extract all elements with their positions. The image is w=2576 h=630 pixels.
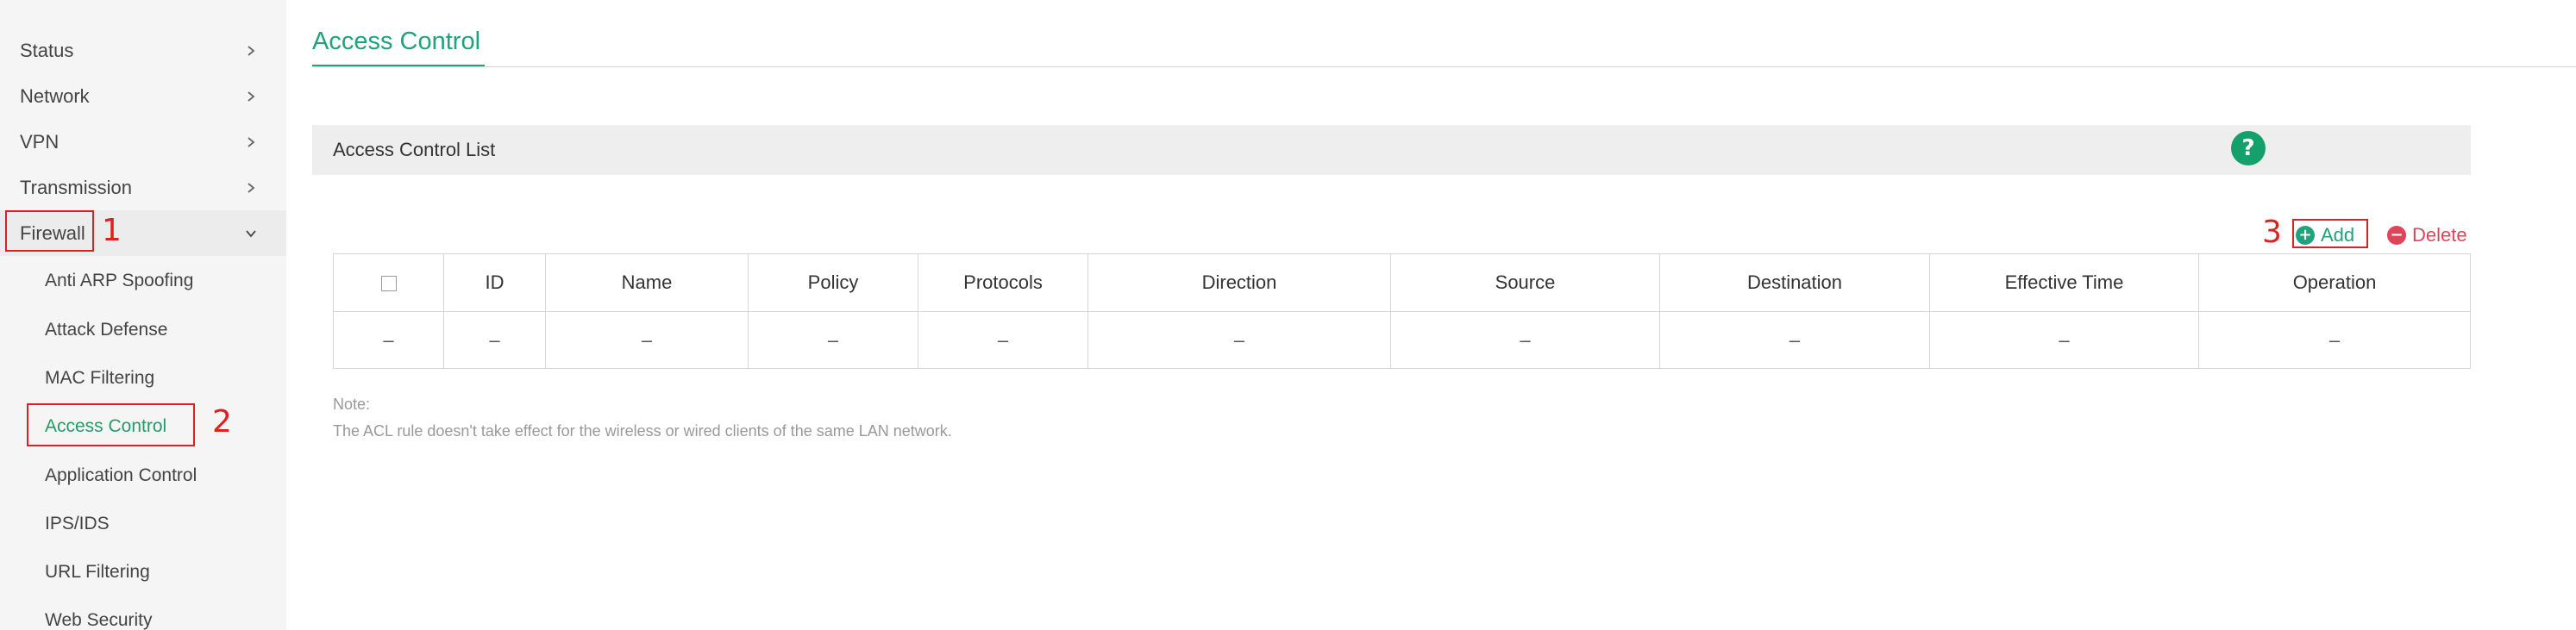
note-label: Note:	[333, 396, 371, 413]
sidebar-item-label: Network	[20, 84, 90, 107]
sidebar-item-mac-filtering[interactable]: MAC Filtering	[0, 355, 286, 401]
sidebar-item-label: Web Security	[45, 609, 153, 630]
column-header-direction: Direction	[1087, 253, 1391, 312]
add-button[interactable]: + Add	[2296, 222, 2354, 248]
table-cell: –	[1087, 311, 1391, 369]
sidebar-item-label: MAC Filtering	[45, 367, 155, 388]
delete-button-label: Delete	[2412, 224, 2467, 246]
sidebar-item-status[interactable]: Status	[0, 28, 286, 73]
chevron-right-icon	[248, 45, 255, 56]
sidebar-item-attack-defense[interactable]: Attack Defense	[0, 307, 286, 352]
sidebar-item-label: Attack Defense	[45, 319, 168, 340]
select-all-checkbox[interactable]	[380, 276, 397, 292]
sidebar-item-label: Status	[20, 39, 74, 61]
sidebar-item-label: VPN	[20, 130, 60, 153]
sidebar-item-network[interactable]: Network	[0, 73, 286, 119]
chevron-right-icon	[248, 182, 255, 193]
sidebar-item-label: IPS/IDS	[45, 513, 110, 533]
sidebar-item-url-filtering[interactable]: URL Filtering	[0, 549, 286, 595]
chevron-right-icon	[248, 90, 255, 102]
sidebar-item-label: URL Filtering	[45, 561, 150, 582]
table-cell: –	[443, 311, 546, 369]
column-header-destination: Destination	[1659, 253, 1930, 312]
column-header-effective-time: Effective Time	[1929, 253, 2199, 312]
sidebar: Status Network VPN Transmission Firewall…	[0, 0, 286, 630]
plus-circle-icon: +	[2296, 226, 2315, 245]
access-control-table: ID Name Policy Protocols Direction Sourc…	[333, 253, 2471, 369]
table-cell: –	[545, 311, 749, 369]
table-cell: –	[1390, 311, 1660, 369]
table-header-row: ID Name Policy Protocols Direction Sourc…	[333, 253, 2471, 312]
table-row: – – – – – – – – – –	[333, 311, 2471, 369]
table-cell: –	[2198, 311, 2471, 369]
annotation-box-access-control	[27, 403, 195, 446]
select-all-header[interactable]	[333, 253, 444, 312]
sidebar-item-label: Application Control	[45, 465, 197, 485]
table-cell: –	[1659, 311, 1930, 369]
section-title: Access Control List	[333, 139, 496, 160]
sidebar-item-label: Transmission	[20, 176, 132, 198]
annotation-step-2: 2	[212, 404, 232, 440]
table-cell: –	[918, 311, 1088, 369]
help-icon[interactable]: ?	[2231, 131, 2266, 165]
sidebar-item-vpn[interactable]: VPN	[0, 119, 286, 165]
chevron-right-icon	[248, 136, 255, 147]
column-header-operation: Operation	[2198, 253, 2471, 312]
table-cell: –	[333, 311, 444, 369]
sidebar-item-web-security[interactable]: Web Security	[0, 597, 286, 630]
title-divider	[312, 66, 2576, 67]
sidebar-item-label: Anti ARP Spoofing	[45, 270, 194, 290]
column-header-name: Name	[545, 253, 749, 312]
column-header-policy: Policy	[748, 253, 918, 312]
section-header: Access Control List	[312, 125, 2471, 175]
sidebar-item-application-control[interactable]: Application Control	[0, 452, 286, 498]
annotation-step-1: 1	[102, 213, 122, 248]
sidebar-item-anti-arp-spoofing[interactable]: Anti ARP Spoofing	[0, 258, 286, 303]
table-cell: –	[1929, 311, 2199, 369]
sidebar-item-transmission[interactable]: Transmission	[0, 165, 286, 210]
column-header-source: Source	[1390, 253, 1660, 312]
add-button-label: Add	[2321, 224, 2355, 246]
annotation-box-firewall	[5, 210, 94, 252]
sidebar-item-ips-ids[interactable]: IPS/IDS	[0, 501, 286, 546]
page-title: Access Control	[312, 28, 481, 55]
table-cell: –	[748, 311, 918, 369]
column-header-id: ID	[443, 253, 546, 312]
delete-button[interactable]: − Delete	[2387, 222, 2467, 248]
chevron-down-icon	[246, 229, 256, 237]
column-header-protocols: Protocols	[918, 253, 1088, 312]
minus-circle-icon: −	[2387, 226, 2406, 245]
note-text: The ACL rule doesn't take effect for the…	[333, 422, 952, 440]
